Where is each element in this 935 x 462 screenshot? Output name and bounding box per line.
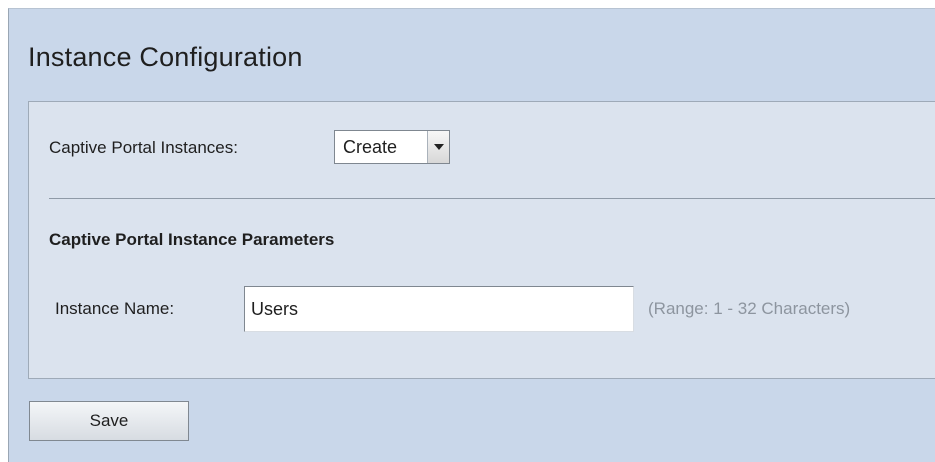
instance-name-label: Instance Name: — [55, 299, 175, 318]
section-title: Captive Portal Instance Parameters — [49, 230, 335, 249]
page-title: Instance Configuration — [28, 42, 303, 72]
instance-name-input[interactable]: Users — [244, 286, 634, 332]
section-divider — [49, 198, 935, 199]
captive-portal-instances-selected: Create — [343, 136, 398, 157]
chevron-down-icon — [427, 131, 449, 163]
captive-portal-instances-label: Captive Portal Instances: — [49, 138, 238, 157]
captive-portal-instances-select[interactable]: Create — [334, 130, 450, 164]
instance-name-range-hint: (Range: 1 - 32 Characters) — [648, 299, 851, 318]
save-button[interactable]: Save — [29, 401, 189, 441]
